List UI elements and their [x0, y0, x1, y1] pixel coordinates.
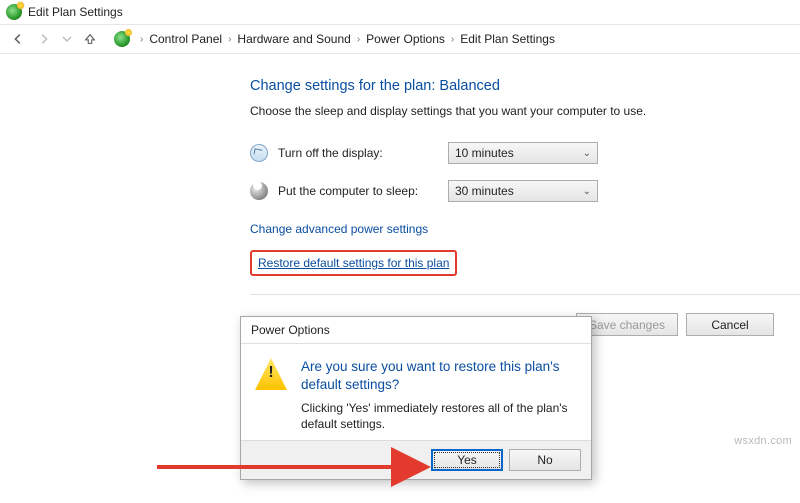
forward-button[interactable] [36, 31, 52, 47]
breadcrumb-edit-plan[interactable]: Edit Plan Settings [458, 30, 557, 48]
cancel-button[interactable]: Cancel [686, 313, 774, 336]
sleep-timeout-row: Put the computer to sleep: 30 minutes ⌄ [250, 180, 800, 202]
chevron-right-icon: › [140, 34, 143, 45]
dialog-footer: Yes No [241, 440, 591, 479]
titlebar: Edit Plan Settings [0, 0, 800, 24]
display-timeout-select[interactable]: 10 minutes ⌄ [448, 142, 598, 164]
sleep-timeout-label: Put the computer to sleep: [278, 184, 438, 198]
dialog-title: Power Options [241, 317, 591, 344]
chevron-right-icon: › [451, 34, 454, 45]
page-heading: Change settings for the plan: Balanced [250, 78, 800, 94]
moon-icon [250, 182, 268, 200]
chevron-down-icon: ⌄ [583, 186, 591, 197]
location-icon [114, 31, 130, 47]
window-title: Edit Plan Settings [28, 5, 123, 19]
breadcrumb-hardware-sound[interactable]: Hardware and Sound [235, 30, 352, 48]
footer-buttons: Save changes Cancel [576, 313, 774, 336]
warning-icon [255, 358, 287, 390]
sleep-timeout-value: 30 minutes [455, 184, 514, 198]
restore-link-highlight: Restore default settings for this plan [250, 250, 457, 276]
navigation-bar: › Control Panel › Hardware and Sound › P… [0, 24, 800, 54]
page-subtext: Choose the sleep and display settings th… [250, 104, 800, 118]
display-timeout-value: 10 minutes [455, 146, 514, 160]
display-timeout-label: Turn off the display: [278, 146, 438, 160]
display-icon [250, 144, 268, 162]
confirm-dialog: Power Options Are you sure you want to r… [240, 316, 592, 480]
watermark: wsxdn.com [734, 435, 792, 447]
sleep-timeout-select[interactable]: 30 minutes ⌄ [448, 180, 598, 202]
dialog-text: Are you sure you want to restore this pl… [301, 358, 577, 432]
breadcrumb-power-options[interactable]: Power Options [364, 30, 447, 48]
breadcrumb: › Control Panel › Hardware and Sound › P… [140, 30, 557, 48]
power-options-icon [6, 4, 22, 20]
recent-dropdown-icon[interactable] [62, 31, 72, 47]
up-button[interactable] [82, 31, 98, 47]
links-section: Change advanced power settings Restore d… [250, 220, 800, 276]
back-button[interactable] [10, 31, 26, 47]
breadcrumb-control-panel[interactable]: Control Panel [147, 30, 224, 48]
dialog-question: Are you sure you want to restore this pl… [301, 358, 577, 393]
display-timeout-row: Turn off the display: 10 minutes ⌄ [250, 142, 800, 164]
chevron-down-icon: ⌄ [583, 148, 591, 159]
dialog-message: Clicking 'Yes' immediately restores all … [301, 401, 577, 432]
advanced-settings-link[interactable]: Change advanced power settings [250, 220, 428, 238]
dialog-no-button[interactable]: No [509, 449, 581, 471]
restore-defaults-link[interactable]: Restore default settings for this plan [258, 254, 449, 272]
main-content: Change settings for the plan: Balanced C… [0, 54, 800, 295]
chevron-right-icon: › [228, 34, 231, 45]
dialog-body: Are you sure you want to restore this pl… [241, 344, 591, 440]
chevron-right-icon: › [357, 34, 360, 45]
divider [250, 294, 800, 295]
dialog-yes-button[interactable]: Yes [431, 449, 503, 471]
